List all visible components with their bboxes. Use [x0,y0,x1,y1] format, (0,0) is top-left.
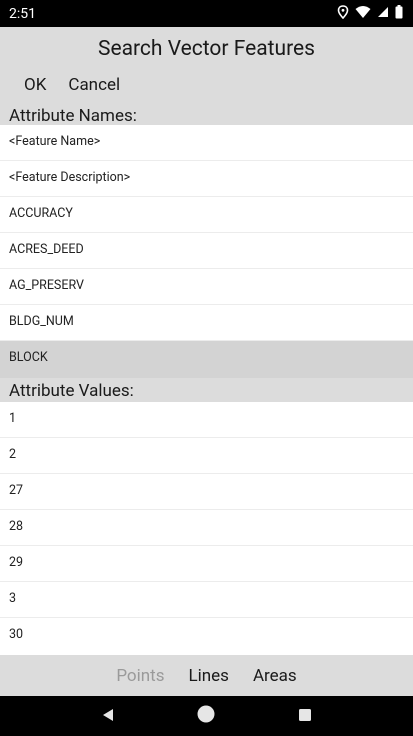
system-nav-bar [0,696,413,736]
attribute-value-item[interactable]: 2 [0,438,413,474]
attribute-value-item[interactable]: 1 [0,402,413,438]
tab-points[interactable]: Points [116,666,164,686]
wifi-icon [355,5,371,23]
attribute-name-item[interactable]: BLDG_NUM [0,305,413,341]
recents-icon[interactable] [298,707,312,726]
back-icon[interactable] [101,707,115,726]
signal-icon [377,6,389,22]
home-icon[interactable] [196,704,216,728]
cancel-button[interactable]: Cancel [68,75,120,95]
attribute-name-item-selected[interactable]: BLOCK [0,341,413,379]
location-icon [337,4,349,23]
feature-type-tabs: Points Lines Areas [0,655,413,696]
attribute-name-item[interactable]: <Feature Description> [0,161,413,197]
attribute-name-item[interactable]: ACRES_DEED [0,233,413,269]
status-time: 2:51 [9,5,36,22]
ok-button[interactable]: OK [24,75,46,95]
page-title: Search Vector Features [97,37,316,61]
attribute-values-heading: Attribute Values: [9,381,134,401]
attribute-value-item[interactable]: 28 [0,510,413,546]
battery-icon [395,4,403,23]
attribute-value-item[interactable]: 3 [0,582,413,618]
attribute-name-item[interactable]: ACCURACY [0,197,413,233]
attribute-name-item[interactable]: AG_PRESERV [0,269,413,305]
attribute-value-item[interactable]: 30 [0,618,413,654]
attribute-name-item[interactable]: <Feature Name> [0,125,413,161]
dialog-header: Search Vector Features OK Cancel Attribu… [0,27,413,126]
attribute-names-heading: Attribute Names: [9,106,137,126]
attribute-value-item[interactable]: 27 [0,474,413,510]
status-bar: 2:51 [0,0,413,27]
tab-lines[interactable]: Lines [188,666,228,686]
status-icons [337,4,403,23]
attribute-value-item[interactable]: 29 [0,546,413,582]
attribute-values-header: Attribute Values: [0,378,413,404]
tab-areas[interactable]: Areas [253,666,297,686]
dialog-actions: OK Cancel [24,75,120,95]
